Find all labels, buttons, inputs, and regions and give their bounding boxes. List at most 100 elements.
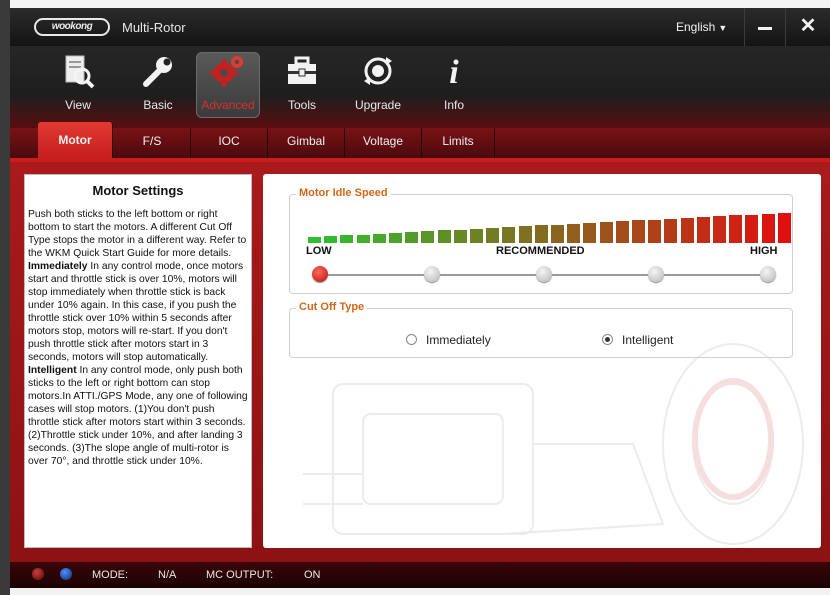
toolbar-upgrade-label: Upgrade [354, 98, 402, 112]
idle-speed-high-label: HIGH [750, 245, 778, 257]
idle-speed-bar [615, 221, 629, 243]
mode-label: MODE: [92, 569, 129, 581]
titlebar-divider [785, 8, 786, 46]
idle-speed-bar [729, 215, 743, 243]
idle-speed-bar [777, 213, 791, 243]
screen-edge-top [0, 0, 830, 8]
close-button[interactable]: ✕ [795, 14, 821, 40]
help-intro: Push both sticks to the left bottom or r… [28, 209, 247, 259]
idle-speed-bar [632, 220, 645, 243]
help-immediately-text: In any control mode, once motors start a… [28, 261, 244, 363]
idle-speed-bar [745, 214, 759, 243]
idle-speed-bar [372, 233, 386, 243]
help-immediately-heading: Immediately [28, 261, 88, 272]
language-label: English [676, 20, 716, 34]
radio-intelligent[interactable]: Intelligent [602, 333, 673, 347]
idle-speed-bar [551, 224, 564, 243]
cut-off-type-label: Cut Off Type [296, 301, 368, 313]
idle-speed-low-label: LOW [306, 245, 332, 257]
tab-gimbal[interactable]: Gimbal [268, 128, 345, 158]
toolbar-tools-label: Tools [287, 98, 316, 112]
idle-speed-bar [340, 235, 354, 243]
idle-speed-slider-stop[interactable] [424, 266, 440, 282]
idle-speed-bar [567, 223, 581, 243]
screen-edge-left [0, 0, 10, 595]
info-icon: i [449, 54, 459, 91]
wrench-icon [126, 52, 190, 94]
content-area: Motor Settings Push both sticks to the l… [10, 162, 830, 562]
idle-speed-bar [389, 232, 402, 243]
help-title: Motor Settings [92, 183, 184, 198]
toolbar-upgrade-button[interactable]: Upgrade [346, 52, 410, 118]
toolbar-view-label: View [65, 98, 91, 112]
toolbar-view-button[interactable]: View [46, 52, 110, 118]
idle-speed-bar [356, 234, 370, 243]
help-text: Push both sticks to the left bottom or r… [25, 208, 251, 468]
idle-speed-bar [518, 226, 532, 243]
idle-speed-slider-stop[interactable] [760, 266, 776, 282]
idle-speed-bar [470, 228, 483, 243]
status-bar: MODE: N/A MC OUTPUT: ON [10, 562, 830, 588]
app-window: wookong Multi-Rotor English ▼ ✕ View Bas… [10, 8, 830, 588]
toolbar-advanced-label: Advanced [201, 98, 255, 112]
tab-ioc[interactable]: IOC [191, 128, 268, 158]
idle-speed-bar [324, 236, 338, 243]
idle-speed-bar [453, 229, 467, 243]
language-selector[interactable]: English ▼ [676, 20, 727, 34]
tab-fs[interactable]: F/S [114, 128, 191, 158]
mc-output-label: MC OUTPUT: [206, 569, 274, 581]
radio-dot-intelligent [602, 334, 613, 345]
toolbar-advanced-button[interactable]: Advanced [196, 52, 260, 118]
help-intelligent-heading: Intelligent [28, 365, 77, 376]
idle-speed-bar [680, 217, 694, 243]
tab-limits[interactable]: Limits [422, 128, 495, 158]
idle-speed-bar [583, 222, 597, 243]
idle-speed-bar [761, 213, 775, 243]
idle-speed-bar [308, 237, 321, 243]
minimize-button[interactable] [755, 17, 777, 37]
status-led-blue [60, 568, 72, 580]
toolbar-basic-label: Basic [143, 98, 173, 112]
tab-voltage[interactable]: Voltage [345, 128, 422, 158]
gears-icon [196, 52, 260, 94]
idle-speed-bar [664, 218, 678, 243]
radio-dot-immediately [406, 334, 417, 345]
idle-speed-bar [486, 227, 500, 243]
idle-speed-bar [502, 227, 516, 243]
settings-panel: Motor Idle Speed LOW RECOMMENDED HIGH Cu… [263, 174, 821, 548]
mode-value: N/A [158, 569, 177, 581]
help-panel[interactable]: Motor Settings Push both sticks to the l… [24, 174, 252, 548]
titlebar-divider [744, 8, 745, 46]
idle-speed-slider-stop[interactable] [536, 266, 552, 282]
idle-speed-recommended-label: RECOMMENDED [496, 245, 585, 257]
idle-speed-bar [437, 230, 451, 243]
toolbox-icon [270, 52, 334, 94]
idle-speed-bar [696, 217, 710, 243]
idle-speed-bar [648, 219, 662, 243]
idle-speed-bar-scale [308, 213, 794, 243]
radio-immediately-label: Immediately [426, 333, 491, 347]
title-bar: wookong Multi-Rotor English ▼ ✕ [10, 8, 830, 46]
idle-speed-bar [421, 231, 435, 243]
toolbar-basic-button[interactable]: Basic [126, 52, 190, 118]
main-toolbar: View Basic Advanced Tools Upgrade i Info [10, 46, 830, 128]
idle-speed-bar [534, 225, 548, 243]
motor-idle-speed-group: Motor Idle Speed LOW RECOMMENDED HIGH [289, 187, 794, 294]
toolbar-info-button[interactable]: i Info [422, 52, 486, 118]
idle-speed-slider-thumb[interactable] [312, 266, 328, 282]
idle-speed-slider-stop[interactable] [648, 266, 664, 282]
close-icon: ✕ [799, 15, 817, 37]
status-led-red [32, 568, 44, 580]
help-intelligent-text: In any control mode, only push both stic… [28, 365, 248, 467]
tab-motor[interactable]: Motor [38, 122, 113, 158]
app-logo: wookong [34, 18, 110, 36]
app-title: Multi-Rotor [122, 20, 186, 35]
view-icon [46, 52, 110, 94]
radio-intelligent-label: Intelligent [622, 333, 674, 347]
idle-speed-bar [713, 216, 726, 243]
idle-speed-bar [599, 222, 613, 243]
toolbar-tools-button[interactable]: Tools [270, 52, 334, 118]
upgrade-icon [346, 52, 410, 94]
toolbar-info-label: Info [443, 98, 464, 112]
radio-immediately[interactable]: Immediately [406, 333, 491, 347]
